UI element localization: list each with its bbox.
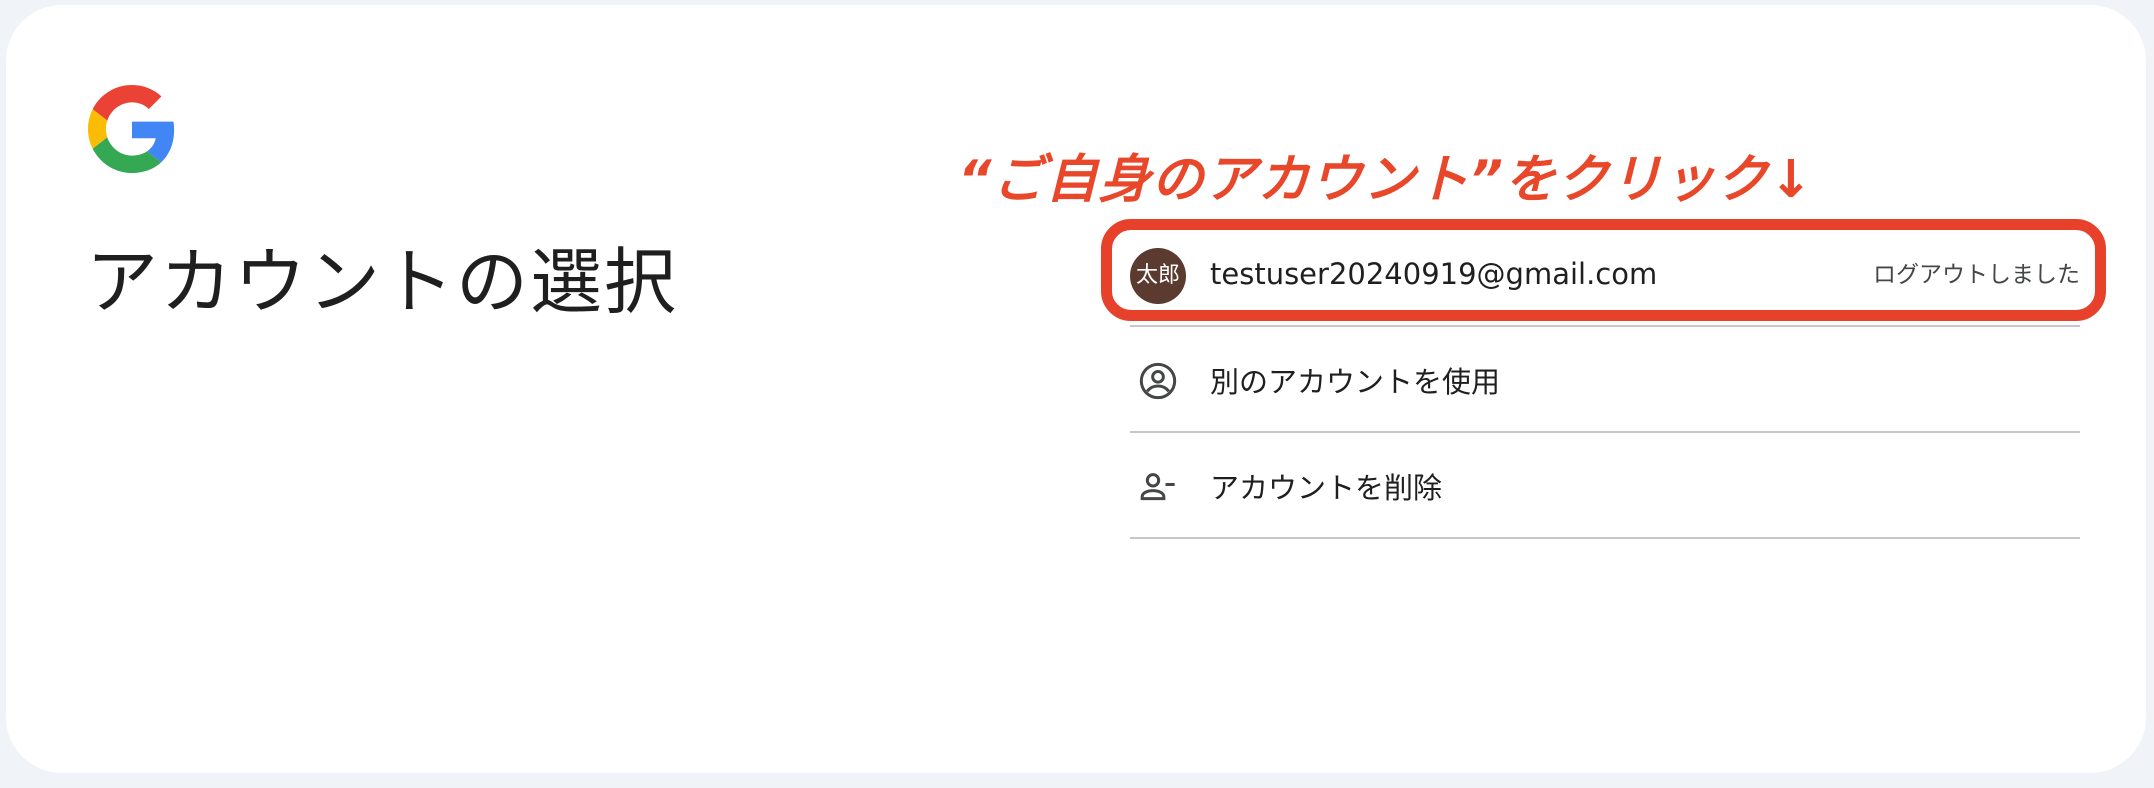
account-email: testuser20240919@gmail.com bbox=[1210, 257, 1658, 291]
instruction-annotation: “ご自身のアカウント”をクリック↓ bbox=[958, 150, 1814, 210]
person-remove-icon bbox=[1140, 473, 1175, 501]
account-row[interactable]: 太郎 testuser20240919@gmail.com ログアウトしました bbox=[1130, 225, 2080, 329]
account-status: ログアウトしました bbox=[1873, 262, 2080, 288]
remove-account-label: アカウントを削除 bbox=[1210, 471, 1443, 505]
account-circle-icon bbox=[1139, 362, 1177, 400]
account-chooser-card: アカウントの選択 “ご自身のアカウント”をクリック↓ 太郎 testuser20… bbox=[6, 5, 2146, 773]
use-another-account-label: 別のアカウントを使用 bbox=[1210, 365, 1501, 399]
divider bbox=[1130, 537, 2080, 539]
page-title: アカウントの選択 bbox=[86, 240, 679, 324]
remove-account-button[interactable]: アカウントを削除 bbox=[1130, 433, 2080, 537]
avatar: 太郎 bbox=[1130, 248, 1186, 304]
use-another-account-button[interactable]: 別のアカウントを使用 bbox=[1130, 327, 2080, 431]
google-logo-icon bbox=[88, 85, 175, 173]
